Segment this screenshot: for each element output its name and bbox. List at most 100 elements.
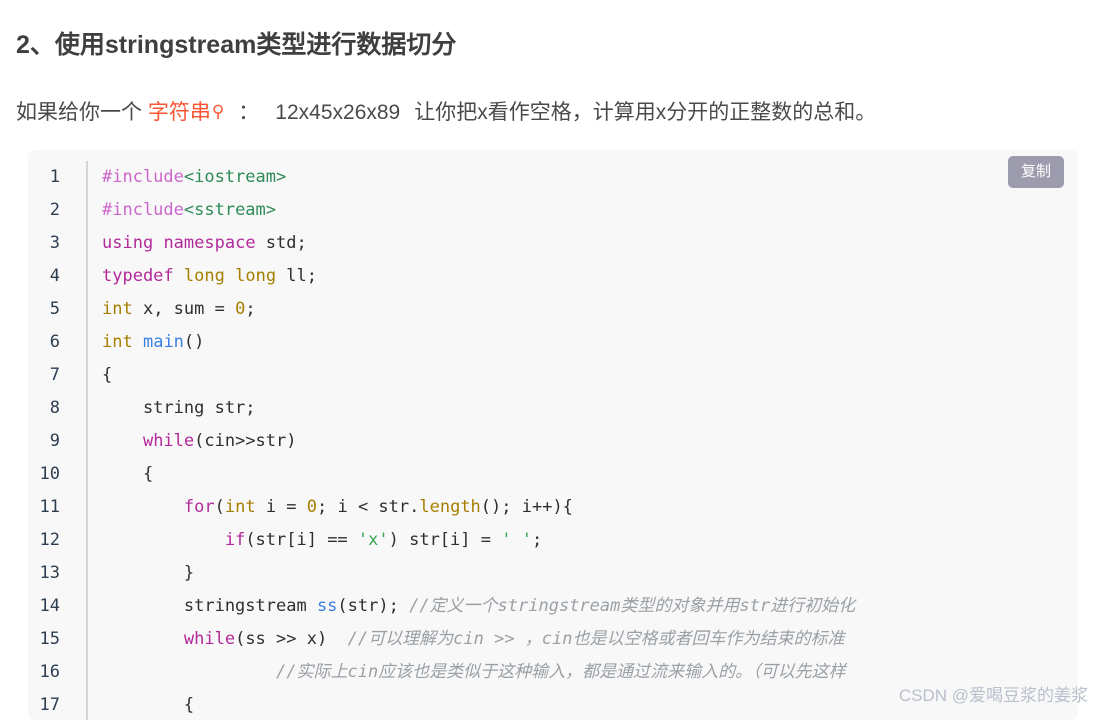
code-lines-container: 1 #include<iostream> 2 #include<sstream> 3 us… — [28, 161, 1078, 720]
code-token: #include — [102, 167, 184, 187]
page-title: 2、使用stringstream类型进行数据切分 — [16, 30, 457, 59]
code-line: 2 #include<sstream> — [28, 194, 1078, 227]
code-line: 1 #include<iostream> — [28, 161, 1078, 194]
line-number: 13 — [39, 563, 60, 583]
code-token: typedef — [102, 266, 174, 286]
csdn-watermark: CSDN @爱喝豆浆的姜浆 — [898, 686, 1088, 705]
code-token: i = — [255, 497, 307, 517]
gutter-divider — [72, 524, 88, 557]
code-line-text[interactable]: while(ss >> x) //可以理解为cin >> ，cin也是以空格或者… — [88, 623, 1078, 656]
gutter-divider — [72, 194, 88, 227]
line-number: 9 — [49, 431, 60, 451]
code-token: 0 — [235, 299, 246, 319]
code-line: 8 string str; — [28, 392, 1078, 425]
gutter-divider — [72, 227, 88, 260]
code-token: ss — [316, 596, 338, 616]
intro-prefix-text: 如果给你一个 — [16, 101, 148, 124]
code-token: for — [183, 497, 215, 517]
code-token: (str); — [337, 596, 410, 616]
code-line: 6 int main() — [28, 326, 1078, 359]
code-line-text[interactable]: } — [88, 557, 1078, 590]
gutter-divider — [72, 425, 88, 458]
code-token: long — [183, 266, 225, 286]
intro-paragraph: 如果给你一个 字符串⚲ ： 12x45x26x89 让你把x看作空格，计算用x分开的正… — [16, 97, 876, 128]
code-line-text[interactable]: for(int i = 0; i < str.length(); i++){ — [88, 491, 1078, 524]
code-line: 15 while(ss >> x) //可以理解为cin >> ，cin也是以空… — [28, 623, 1078, 656]
code-line-text[interactable]: int main() — [88, 326, 1078, 359]
code-token: string str; — [102, 398, 256, 418]
code-token: if — [224, 530, 246, 550]
code-line-text[interactable]: int x, sum = 0; — [88, 293, 1078, 326]
code-token: ll; — [276, 266, 318, 286]
code-line-text[interactable]: { — [88, 359, 1078, 392]
gutter-divider — [72, 623, 88, 656]
code-line-text[interactable]: while(cin>>str) — [88, 425, 1078, 458]
code-line: 14 stringstream ss(str); //定义一个stringstr… — [28, 590, 1078, 623]
search-icon[interactable]: ⚲ — [212, 102, 224, 121]
line-number: 14 — [39, 596, 60, 616]
intro-colon: ： — [238, 101, 260, 124]
keyword-link-string[interactable]: 字符串 — [148, 101, 211, 124]
code-token: int — [102, 332, 133, 352]
code-token: using — [102, 233, 154, 253]
gutter-divider — [72, 326, 88, 359]
line-number: 4 — [49, 266, 60, 286]
code-line-text[interactable]: typedef long long ll; — [88, 260, 1078, 293]
intro-sample-string: 12x45x26x89 — [275, 101, 401, 124]
code-token: int — [102, 299, 133, 319]
code-line: 3 using namespace std; — [28, 227, 1078, 260]
code-token: long — [235, 266, 277, 286]
code-token: ; — [245, 299, 256, 319]
code-token: ( — [214, 497, 225, 517]
code-block: 1 #include<iostream> 2 #include<sstream> 3 us… — [28, 150, 1078, 720]
code-line-text[interactable]: #include<sstream> — [88, 194, 1078, 227]
code-line: 12 if(str[i] == 'x') str[i] = ' '; — [28, 524, 1078, 557]
code-token: <sstream> — [183, 200, 277, 220]
code-line: 5 int x, sum = 0; — [28, 293, 1078, 326]
code-token: (str[i] == — [245, 530, 358, 550]
code-token: std; — [255, 233, 307, 253]
code-token: #include — [102, 200, 184, 220]
code-token: x, sum = — [132, 299, 236, 319]
code-line-text[interactable]: string str; — [88, 392, 1078, 425]
code-token: ) str[i] = — [388, 530, 502, 550]
code-token: //可以理解为cin >> ，cin也是以空格或者回车作为结束的标准 — [347, 629, 845, 649]
code-token: 'x' — [357, 530, 389, 550]
gutter-divider — [72, 359, 88, 392]
code-token: while — [183, 629, 236, 649]
code-token: { — [102, 464, 154, 484]
line-number: 3 — [49, 233, 60, 253]
code-line: 13 } — [28, 557, 1078, 590]
code-line-text[interactable]: using namespace std; — [88, 227, 1078, 260]
code-token: ; — [531, 530, 543, 550]
line-number: 10 — [39, 464, 60, 484]
gutter-divider — [72, 392, 88, 425]
code-token: { — [102, 365, 113, 385]
copy-code-button[interactable]: 复制 — [1007, 156, 1064, 188]
code-line: 11 for(int i = 0; i < str.length(); i++)… — [28, 491, 1078, 524]
code-line: 4 typedef long long ll; — [28, 260, 1078, 293]
line-number: 15 — [39, 629, 60, 649]
gutter-divider — [72, 161, 88, 194]
gutter-divider — [72, 590, 88, 623]
code-token: <iostream> — [183, 167, 287, 187]
line-number: 7 — [49, 365, 60, 385]
code-line-text[interactable]: { — [88, 458, 1078, 491]
line-number: 12 — [39, 530, 60, 550]
code-token: { — [102, 695, 195, 715]
line-number: 16 — [39, 662, 60, 682]
code-line: 7{ — [28, 359, 1078, 392]
code-line-text[interactable]: stringstream ss(str); //定义一个stringstream… — [88, 590, 1078, 623]
line-number: 11 — [39, 497, 60, 517]
gutter-divider — [72, 689, 88, 720]
code-token: namespace — [163, 233, 256, 253]
code-line-text[interactable]: if(str[i] == 'x') str[i] = ' '; — [88, 524, 1078, 557]
code-token: //实际上cin应该也是类似于这种输入，都是通过流来输入的。（可以先这样 — [276, 662, 846, 682]
code-line-text[interactable]: #include<iostream> — [88, 161, 1078, 194]
